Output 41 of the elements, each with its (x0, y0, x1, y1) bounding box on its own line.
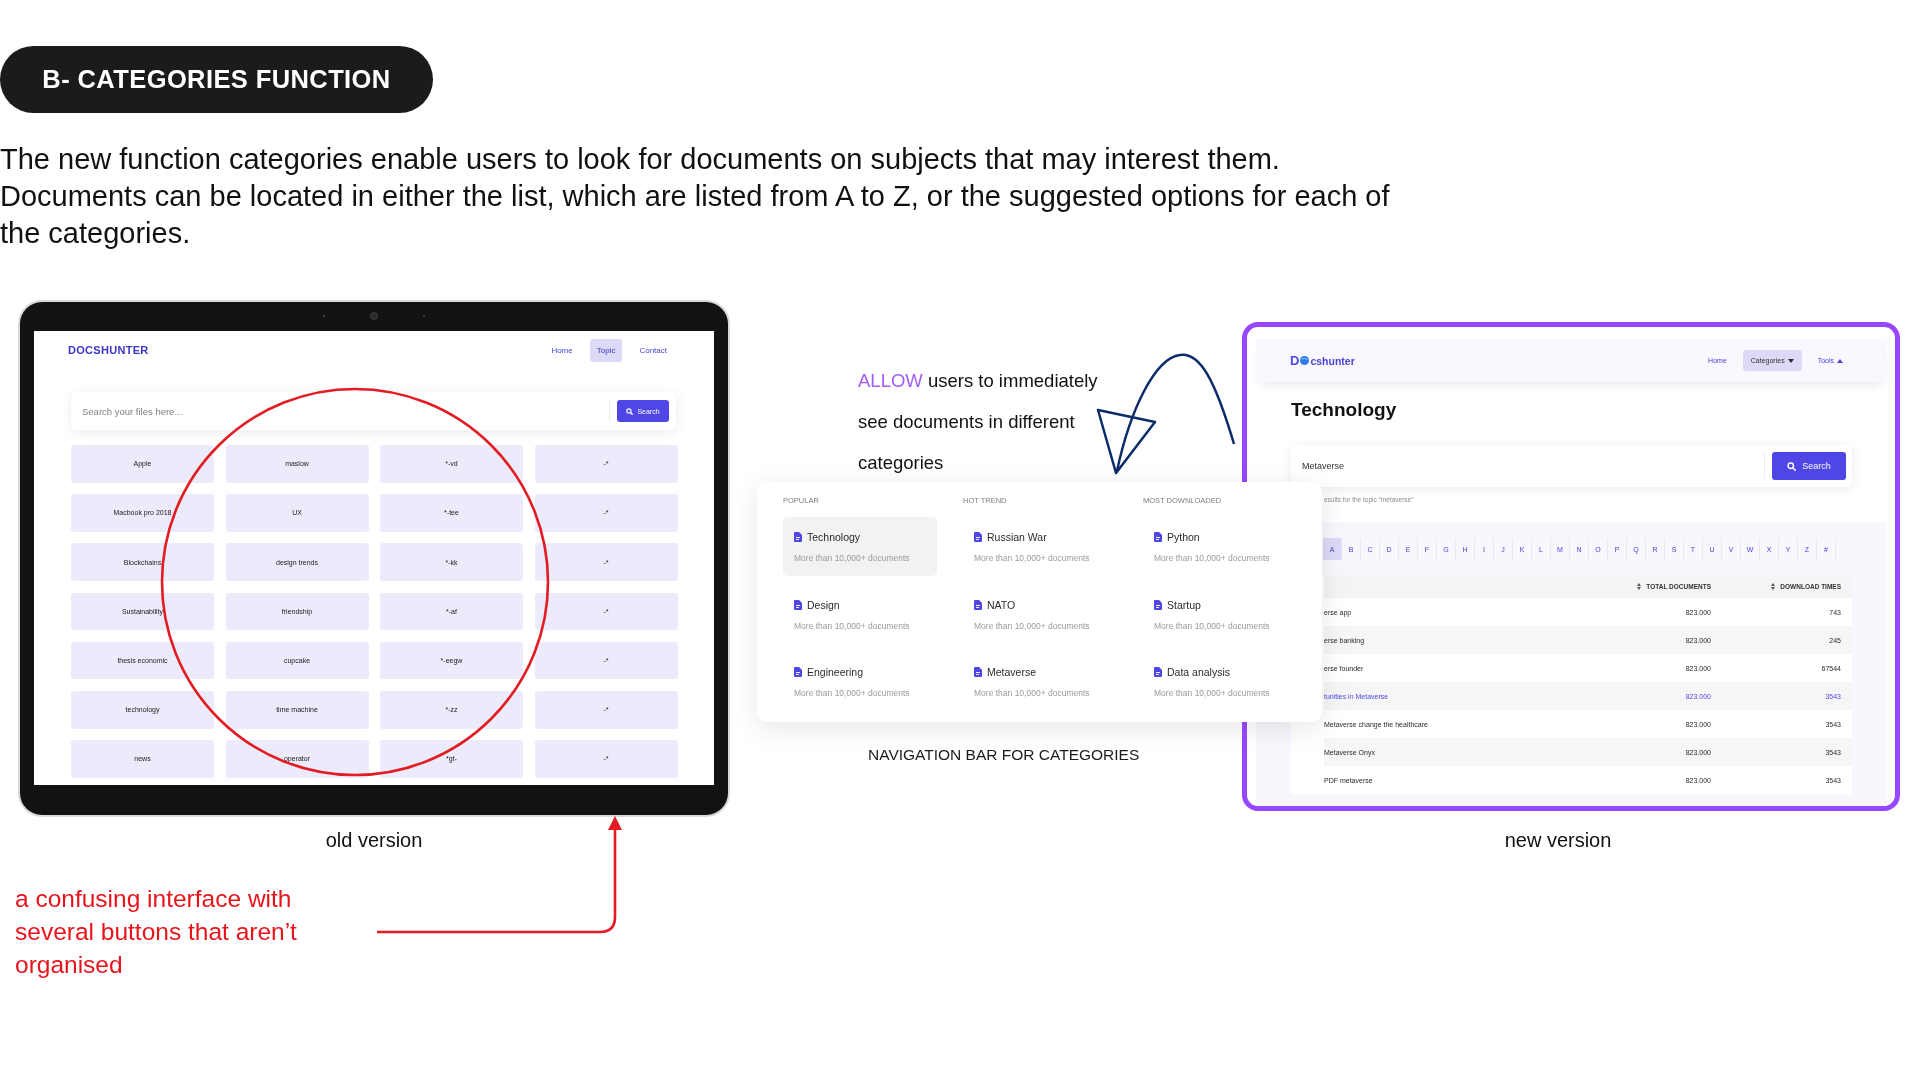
section-title: B- CATEGORIES FUNCTION (0, 46, 433, 113)
document-icon (1154, 667, 1162, 677)
category-item[interactable]: NATO More than 10,000+ documents (963, 584, 1117, 644)
document-icon (794, 532, 802, 542)
category-item[interactable]: Engineering More than 10,000+ documents (783, 652, 937, 711)
logo-text: cshunter (1310, 354, 1355, 367)
globe-icon (1300, 356, 1310, 365)
annotation-text: ALLOW users to immediately see documents in different categories (858, 369, 1099, 475)
logo-text: DOCSHUNTER (68, 344, 149, 356)
document-icon (794, 667, 802, 677)
nav-link[interactable]: Home (544, 338, 580, 362)
page-title: Technology (1291, 398, 1398, 422)
intro-paragraph: The new function categories enable users to look for documents on subjects that may interest them. Documents can be located in either the list, which are listed from A to Z, or the suggested options for each of the categories. (0, 142, 1391, 251)
search-icon (626, 407, 634, 415)
document-icon (974, 532, 982, 542)
document-icon (794, 599, 802, 610)
document-icon (1154, 532, 1162, 542)
category-item[interactable]: Design More than 10,000+ documents (783, 584, 937, 644)
nav-link[interactable]: Topic (589, 338, 623, 362)
document-icon (974, 667, 982, 677)
category-item[interactable]: Technology More than 10,000+ documents (783, 517, 937, 576)
category-item[interactable]: Data analysis More than 10,000+ documents (1143, 652, 1297, 711)
caption-text: NAVIGATION BAR FOR CATEGORIES (868, 745, 1140, 765)
sort-icon (1771, 583, 1776, 590)
caption-text: old version (325, 828, 423, 852)
search-field[interactable]: Metaverse (1302, 451, 1764, 481)
logo-initial: D (1290, 353, 1300, 368)
note-text: a confusing interface with several buttons that aren’t organised (15, 884, 298, 980)
sort-icon (1637, 583, 1642, 590)
category-item[interactable]: Metaverse More than 10,000+ documents (963, 652, 1117, 711)
search-button[interactable]: Search (1772, 452, 1846, 480)
search-icon (1787, 461, 1797, 471)
document-icon (1154, 599, 1162, 610)
category-item[interactable]: Russian War More than 10,000+ documents (963, 517, 1117, 576)
search-field[interactable]: Search your files here... (82, 397, 609, 425)
nav-link[interactable]: Contact (632, 338, 674, 362)
category-item[interactable]: Python More than 10,000+ documents (1143, 517, 1297, 576)
document-icon (974, 599, 982, 610)
camera-icon (322, 312, 426, 320)
category-item[interactable]: Startup More than 10,000+ documents (1143, 584, 1297, 644)
caption-text: new version (1504, 828, 1612, 852)
